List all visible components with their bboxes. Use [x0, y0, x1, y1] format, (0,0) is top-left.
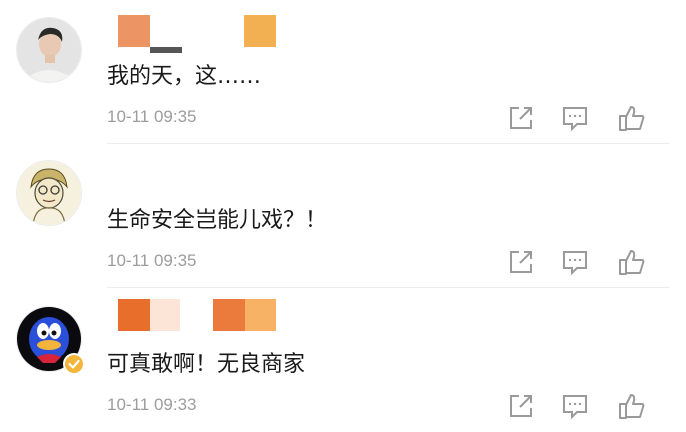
username-block	[245, 299, 276, 331]
user-avatar-image	[17, 161, 81, 225]
username-block	[150, 299, 180, 331]
comment-icon[interactable]	[560, 391, 590, 421]
username-block	[118, 299, 150, 331]
share-icon[interactable]	[506, 247, 536, 277]
avatar[interactable]	[16, 160, 82, 226]
verified-badge-icon	[63, 353, 85, 375]
share-icon[interactable]	[506, 103, 536, 133]
comment-time: 10-11 09:35	[107, 251, 197, 270]
comment-time: 10-11 09:33	[107, 395, 197, 414]
comment-item: 可真敢啊！无良商家 10-11 09:33	[0, 288, 686, 432]
username-block	[150, 47, 182, 53]
comment-icon[interactable]	[560, 247, 590, 277]
username-block	[213, 299, 245, 331]
like-icon[interactable]	[617, 103, 647, 133]
comment-text: 我的天，这……	[107, 64, 262, 89]
like-icon[interactable]	[617, 247, 647, 277]
comment-item: 生命安全岂能儿戏？！ 10-11 09:35	[0, 144, 686, 288]
share-icon[interactable]	[506, 391, 536, 421]
comment-item: 我的天，这…… 10-11 09:35	[0, 0, 686, 144]
comment-text: 可真敢啊！无良商家	[107, 352, 306, 377]
comment-icon[interactable]	[560, 103, 590, 133]
username-block	[244, 15, 276, 47]
comment-text: 生命安全岂能儿戏？！	[107, 208, 328, 233]
username-block	[118, 15, 150, 47]
user-avatar-image	[17, 18, 81, 82]
avatar[interactable]	[16, 17, 82, 83]
like-icon[interactable]	[617, 391, 647, 421]
comment-time: 10-11 09:35	[107, 107, 197, 126]
